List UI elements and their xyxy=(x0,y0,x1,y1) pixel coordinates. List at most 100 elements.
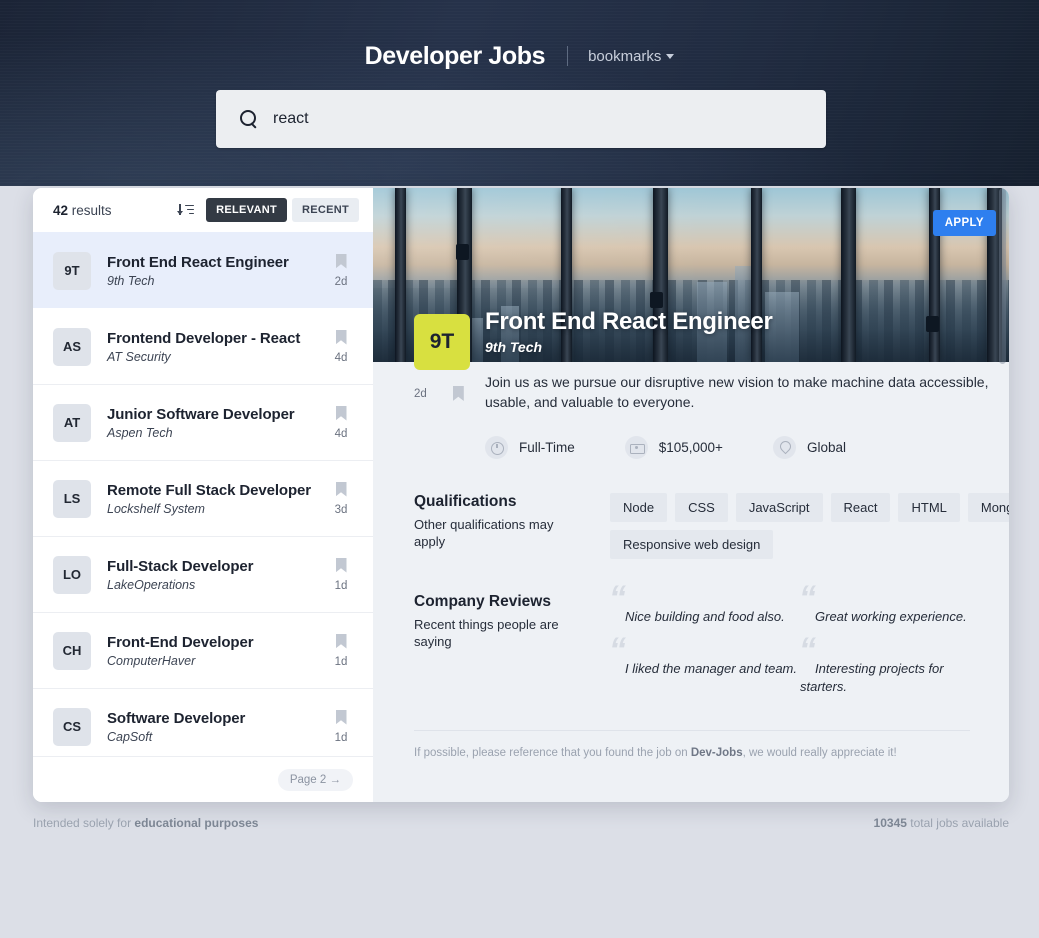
job-list-item[interactable]: ATJunior Software DeveloperAspen Tech4d xyxy=(33,384,373,460)
header-divider xyxy=(567,46,568,66)
job-title: Software Developer xyxy=(107,710,323,727)
detail-reference-note: If possible, please reference that you f… xyxy=(414,747,1009,759)
job-list-item[interactable]: 9TFront End React Engineer9th Tech2d xyxy=(33,232,373,308)
sort-recent-button[interactable]: RECENT xyxy=(292,198,359,222)
qualification-chips: NodeCSSJavaScriptReactHTMLMongoDB/NoSQLR… xyxy=(610,493,1009,559)
qualification-chip[interactable]: Node xyxy=(610,493,667,522)
job-text-block: Front End React Engineer9th Tech xyxy=(107,254,323,288)
bookmarks-menu[interactable]: bookmarks xyxy=(588,48,674,65)
reviews-title: Company Reviews xyxy=(414,593,610,611)
brand-row: Developer Jobs bookmarks xyxy=(0,42,1039,71)
bookmark-icon[interactable] xyxy=(336,482,347,497)
job-age: 1d xyxy=(323,580,359,592)
footer-left-pre: Intended solely for xyxy=(33,816,134,830)
job-list-item[interactable]: LSRemote Full Stack DeveloperLockshelf S… xyxy=(33,460,373,536)
bookmark-icon[interactable] xyxy=(336,406,347,421)
job-list: 9TFront End React Engineer9th Tech2d AS Fr… xyxy=(33,232,373,756)
qualifications-subtitle: Other qualifications may apply xyxy=(414,516,574,551)
search-input[interactable] xyxy=(273,110,793,128)
review-text: I liked the manager and team. xyxy=(625,661,797,676)
location-icon xyxy=(773,436,796,459)
next-page-button[interactable]: Page 2 → xyxy=(278,769,353,791)
job-text-block: Front-End DeveloperComputerHaver xyxy=(107,634,323,668)
job-age: 3d xyxy=(323,504,359,516)
job-list-item[interactable]: LOFull-Stack DeveloperLakeOperations1d xyxy=(33,536,373,612)
reviews-section: Company Reviews Recent things people are… xyxy=(414,559,1009,696)
detail-age-row: 2d xyxy=(414,386,476,401)
detail-scrollbar[interactable] xyxy=(996,188,1009,802)
job-age: 4d xyxy=(323,428,359,440)
job-company-badge: CS xyxy=(53,708,91,746)
detail-meta-item: $105,000+ xyxy=(625,436,723,459)
job-company: AT Security xyxy=(107,350,323,364)
detail-job-title: Front End React Engineer xyxy=(485,308,773,336)
apply-button[interactable]: APPLY xyxy=(933,210,996,236)
job-title: Front End React Engineer xyxy=(107,254,323,271)
detail-meta-label: Full-Time xyxy=(519,440,575,455)
job-row-meta: 4d xyxy=(323,330,359,364)
qualification-chip[interactable]: HTML xyxy=(898,493,959,522)
detail-meta-item: Global xyxy=(773,436,846,459)
note-post: , we would really appreciate it! xyxy=(743,747,897,759)
review-grid: “Nice building and food also.“Great work… xyxy=(610,593,1009,696)
job-list-item[interactable]: CH Front-End DeveloperComputerHaver1d xyxy=(33,612,373,688)
detail-meta-label: Global xyxy=(807,440,846,455)
scrollbar-thumb[interactable] xyxy=(999,188,1006,364)
bookmark-icon[interactable] xyxy=(453,386,464,401)
window-mullion xyxy=(841,188,856,362)
results-header: 42 results RELEVANT RECENT xyxy=(33,188,373,232)
sort-relevant-button[interactable]: RELEVANT xyxy=(206,198,287,222)
qualification-chip[interactable]: React xyxy=(831,493,891,522)
job-list-item[interactable]: CSSoftware DeveloperCapSoft1d xyxy=(33,688,373,756)
quote-icon: “ xyxy=(799,579,814,617)
review-item: “I liked the manager and team. xyxy=(610,645,800,696)
job-company-badge: LO xyxy=(53,556,91,594)
bookmarks-label: bookmarks xyxy=(588,48,661,65)
job-text-block: Remote Full Stack DeveloperLockshelf Sys… xyxy=(107,482,323,516)
bookmark-icon[interactable] xyxy=(336,254,347,269)
page-title: Developer Jobs xyxy=(365,42,546,71)
footer-total-jobs: 10345 total jobs available xyxy=(874,816,1009,830)
job-company-badge: AT xyxy=(53,404,91,442)
job-company-badge: CH xyxy=(53,632,91,670)
results-count: 42 results xyxy=(53,203,112,218)
qualification-chip[interactable]: Responsive web design xyxy=(610,530,773,559)
sort-descending-icon[interactable] xyxy=(178,203,194,218)
note-brand: Dev-Jobs xyxy=(691,747,743,759)
job-row-meta: 1d xyxy=(323,558,359,592)
divider xyxy=(414,730,970,731)
footer-disclaimer: Intended solely for educational purposes xyxy=(33,816,258,830)
job-title: Frontend Developer - React xyxy=(107,330,323,347)
bookmark-icon[interactable] xyxy=(336,330,347,345)
main-card: 42 results RELEVANT RECENT 9TFront End R… xyxy=(33,188,1009,802)
job-company: Aspen Tech xyxy=(107,426,323,440)
job-list-item[interactable]: AS Frontend Developer - React AT Security4… xyxy=(33,308,373,384)
bookmark-icon[interactable] xyxy=(336,558,347,573)
reviews-head: Company Reviews Recent things people are… xyxy=(414,593,610,696)
results-panel: 42 results RELEVANT RECENT 9TFront End R… xyxy=(33,188,373,802)
job-row-meta: 3d xyxy=(323,482,359,516)
bookmark-icon[interactable] xyxy=(336,634,347,649)
detail-meta-row: Full-Time $105,000+ Global xyxy=(485,436,1009,459)
qualifications-body: NodeCSSJavaScriptReactHTMLMongoDB/NoSQLR… xyxy=(610,493,1009,559)
job-age: 1d xyxy=(323,656,359,668)
job-company: LakeOperations xyxy=(107,578,323,592)
results-count-number: 42 xyxy=(53,203,68,218)
job-company: CapSoft xyxy=(107,730,323,744)
reviews-body: “Nice building and food also.“Great work… xyxy=(610,593,1009,696)
page-footer: Intended solely for educational purposes… xyxy=(33,816,1009,830)
mullion-joint xyxy=(926,316,939,332)
search-bar[interactable] xyxy=(216,90,826,148)
search-icon xyxy=(240,110,258,128)
detail-body: 2d Join us as we pursue our disruptive n… xyxy=(373,372,1009,759)
review-item: “Great working experience. xyxy=(800,593,990,627)
qualification-chip[interactable]: CSS xyxy=(675,493,728,522)
qualification-chip[interactable]: JavaScript xyxy=(736,493,823,522)
bookmark-icon[interactable] xyxy=(336,710,347,725)
job-company-badge: AS xyxy=(53,328,91,366)
detail-job-age: 2d xyxy=(414,388,427,400)
job-company: Lockshelf System xyxy=(107,502,323,516)
detail-heading: Front End React Engineer 9th Tech xyxy=(485,308,773,355)
window-mullion xyxy=(395,188,406,362)
qualifications-title: Qualifications xyxy=(414,493,610,511)
